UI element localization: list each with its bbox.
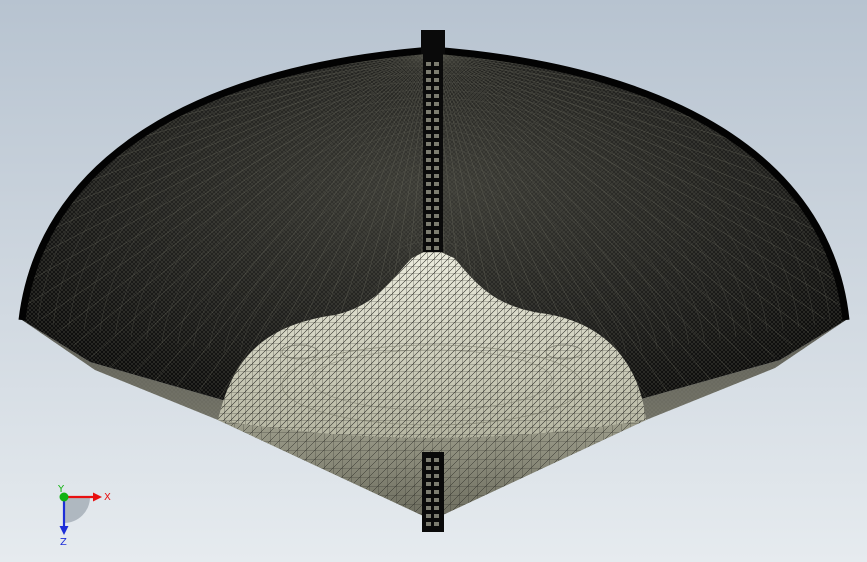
- shaft-mesh-cell: [426, 166, 431, 170]
- shaft-mesh-cell: [434, 150, 439, 154]
- mesh-model-view[interactable]: X Z Y: [0, 0, 867, 562]
- shaft-mesh-cell: [426, 142, 431, 146]
- shaft-mesh-cell: [426, 62, 431, 66]
- shaft-mesh-cell: [434, 214, 439, 218]
- shaft-mesh-cell: [426, 182, 431, 186]
- shaft-mesh-cell: [434, 498, 439, 502]
- shaft-mesh-cell: [426, 70, 431, 74]
- shaft-mesh-cell: [426, 246, 431, 250]
- shaft-mesh-cell: [426, 110, 431, 114]
- shaft-mesh-cell: [434, 230, 439, 234]
- shaft-mesh-cell: [426, 238, 431, 242]
- graphics-viewport[interactable]: X Z Y: [0, 0, 867, 562]
- shaft-mesh-cell: [434, 102, 439, 106]
- shaft-mesh-cell: [434, 134, 439, 138]
- shaft-mesh-cell: [434, 62, 439, 66]
- shaft-mesh-cell: [434, 70, 439, 74]
- shaft-mesh-cell: [434, 174, 439, 178]
- shaft-mesh-cell: [434, 206, 439, 210]
- shaft-mesh-cell: [434, 506, 439, 510]
- shaft-mesh-cell: [426, 222, 431, 226]
- shaft-mesh-cell: [426, 206, 431, 210]
- shaft-mesh-cell: [426, 458, 431, 462]
- shaft-mesh-cell: [434, 190, 439, 194]
- shaft-mesh-cell: [434, 246, 439, 250]
- shaft-mesh-cell: [434, 126, 439, 130]
- shaft-mesh-cell: [434, 490, 439, 494]
- shaft-mesh-cell: [426, 86, 431, 90]
- triad-x-label: X: [104, 492, 111, 503]
- shaft-mesh-cell: [434, 522, 439, 526]
- shaft-mesh-cell: [426, 474, 431, 478]
- shaft-mesh-cell: [434, 222, 439, 226]
- shaft-mesh-cell: [426, 198, 431, 202]
- shaft-mesh-cell: [434, 110, 439, 114]
- shaft-mesh-cell: [426, 150, 431, 154]
- shaft-mesh-cell: [434, 238, 439, 242]
- shaft-mesh-cell: [426, 214, 431, 218]
- shaft-mesh-cell: [426, 158, 431, 162]
- shaft-mesh-cell: [434, 182, 439, 186]
- shaft-mesh-cell: [426, 134, 431, 138]
- shaft-mesh-cell: [434, 118, 439, 122]
- shaft-mesh-cell: [426, 78, 431, 82]
- shaft-mesh-cell: [426, 490, 431, 494]
- shaft-mesh-cell: [434, 198, 439, 202]
- shaft-mesh-cell: [434, 78, 439, 82]
- shaft-mesh-cell: [434, 466, 439, 470]
- shaft-mesh-cell: [434, 514, 439, 518]
- shaft-mesh-cell: [434, 166, 439, 170]
- shaft-mesh-cell: [434, 458, 439, 462]
- shaft-mesh-cell: [426, 506, 431, 510]
- shaft-mesh-cell: [434, 86, 439, 90]
- shaft-mesh-cell: [426, 102, 431, 106]
- shaft-mesh-cell: [434, 158, 439, 162]
- shaft-lower-body: [422, 452, 444, 532]
- shaft-mesh-cell: [426, 230, 431, 234]
- triad-y-label: Y: [57, 484, 65, 495]
- shaft-top-cap: [421, 30, 445, 54]
- shaft-mesh-cell: [426, 522, 431, 526]
- shaft-mesh-cell: [426, 118, 431, 122]
- shaft-mesh-cell: [426, 514, 431, 518]
- shaft-mesh-cell: [426, 126, 431, 130]
- shaft-mesh-cell: [426, 94, 431, 98]
- shaft-mesh-cell: [426, 498, 431, 502]
- shaft-mesh-cell: [426, 174, 431, 178]
- shaft-mesh-cell: [426, 482, 431, 486]
- shaft-mesh-cell: [434, 94, 439, 98]
- shaft-mesh-cell: [434, 482, 439, 486]
- shaft-mesh-cell: [426, 466, 431, 470]
- triad-z-label: Z: [60, 537, 67, 548]
- shaft-mesh-cell: [434, 142, 439, 146]
- shaft-mesh-cell: [434, 474, 439, 478]
- shaft-mesh-cell: [426, 190, 431, 194]
